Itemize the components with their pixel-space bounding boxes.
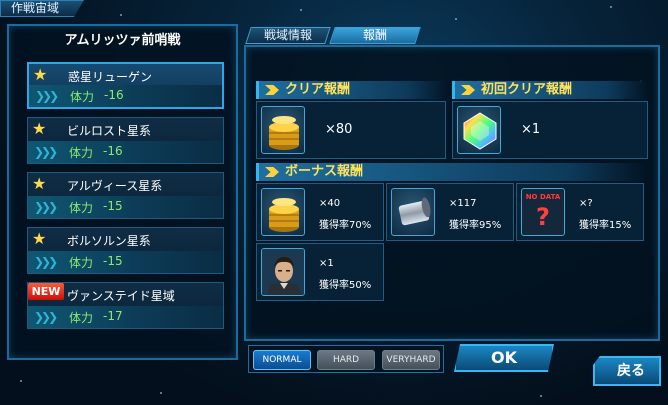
gold-coins-icon[interactable] (261, 106, 305, 154)
stage-name: ビルロスト星系 (67, 124, 152, 138)
stamina-label: 体力 (69, 201, 94, 215)
chevron-arrows-icon: ❯❯❯ (34, 145, 58, 159)
stage-name: 惑星リューゲン (68, 70, 153, 84)
tab-battle-info[interactable]: 戦域情報 (245, 27, 331, 44)
stage-list: ★ 惑星リューゲン ❯❯❯ 体力 -16 ★ ビルロスト星系 ❯❯❯ 体力 -1… (27, 62, 224, 337)
gold-coins-icon[interactable] (261, 188, 305, 236)
stage-item[interactable]: ★ ボルソルン星系 ❯❯❯ 体力 -15 (27, 227, 224, 274)
stage-name: アルヴィース星系 (67, 179, 163, 193)
stage-list-panel: アムリッツァ前哨戦 ★ 惑星リューゲン ❯❯❯ 体力 -16 ★ ビルロスト星系… (7, 24, 238, 360)
stamina-label: 体力 (69, 311, 94, 325)
bonus-reward-item: ×117 獲得率95% (386, 183, 514, 241)
stage-item[interactable]: NEW ヴァンステイド星域 ❯❯❯ 体力 -17 (27, 282, 224, 329)
difficulty-selector: NORMAL HARD VERYHARD (248, 345, 444, 373)
first-clear-reward-qty: ×1 (521, 122, 541, 137)
difficulty-normal-button[interactable]: NORMAL (253, 350, 311, 370)
bonus-reward-header: ボーナス報酬 (256, 163, 648, 181)
stage-item[interactable]: ★ 惑星リューゲン ❯❯❯ 体力 -16 (27, 62, 224, 109)
stage-item[interactable]: ★ ビルロスト星系 ❯❯❯ 体力 -16 (27, 117, 224, 164)
ok-button[interactable]: OK (454, 344, 554, 372)
drop-rate: 獲得率70% (319, 220, 372, 231)
stamina-label: 体力 (70, 90, 95, 104)
stamina-value: -16 (104, 88, 124, 102)
stamina-label: 体力 (69, 256, 94, 270)
bonus-reward-item: NO DATA ? ×? 獲得率15% (516, 183, 644, 241)
stamina-label: 体力 (69, 146, 94, 160)
tab-label: 戦域情報 (263, 28, 312, 42)
back-button[interactable]: 戻る (593, 356, 661, 386)
no-data-icon[interactable]: NO DATA ? (521, 188, 565, 236)
bonus-qty: ×40 (319, 198, 341, 209)
drop-rate: 獲得率15% (579, 220, 632, 231)
clear-reward-qty: ×80 (325, 122, 353, 137)
difficulty-veryhard-button[interactable]: VERYHARD (382, 350, 440, 370)
bonus-reward-item: ×40 獲得率70% (256, 183, 384, 241)
stage-name: ヴァンステイド星域 (67, 289, 175, 303)
clear-reward-header: クリア報酬 (256, 81, 446, 99)
metal-cylinder-icon[interactable] (391, 188, 435, 236)
stage-item[interactable]: ★ アルヴィース星系 ❯❯❯ 体力 -15 (27, 172, 224, 219)
operation-title: アムリッツァ前哨戦 (64, 33, 181, 48)
officer-portrait-icon[interactable] (261, 248, 305, 296)
stamina-value: -15 (103, 199, 123, 213)
reward-panel: クリア報酬 ×80 初回クリア報酬 ×1 ボーナス報酬 ×40 獲得率70% ×… (244, 45, 660, 341)
screen-title: 作戦宙域 (0, 0, 84, 17)
star-icon: ★ (32, 229, 47, 248)
first-clear-reward-header: 初回クリア報酬 (452, 81, 648, 99)
chevron-arrows-icon: ❯❯❯ (35, 89, 59, 103)
stamina-value: -17 (103, 309, 123, 323)
chevron-arrows-icon: ❯❯❯ (34, 310, 58, 324)
clear-reward-box: ×80 (256, 101, 446, 159)
star-icon: ★ (32, 119, 47, 138)
new-badge: NEW (28, 283, 64, 300)
rainbow-crystal-icon[interactable] (457, 106, 501, 154)
chevron-arrows-icon: ❯❯❯ (34, 255, 58, 269)
bonus-qty: ×1 (319, 258, 334, 269)
star-icon: ★ (33, 65, 48, 84)
no-data-label: NO DATA (525, 193, 561, 201)
drop-rate: 獲得率50% (319, 280, 372, 291)
stamina-value: -16 (103, 144, 123, 158)
stage-name: ボルソルン星系 (67, 234, 151, 248)
bonus-qty: ×? (579, 198, 593, 209)
tab-reward[interactable]: 報酬 (329, 27, 421, 44)
drop-rate: 獲得率95% (449, 220, 502, 231)
bonus-reward-item: ×1 獲得率50% (256, 243, 384, 301)
difficulty-hard-button[interactable]: HARD (317, 350, 375, 370)
star-icon: ★ (32, 174, 47, 193)
first-clear-reward-box: ×1 (452, 101, 648, 159)
chevron-arrows-icon: ❯❯❯ (34, 200, 58, 214)
question-mark-icon: ? (536, 203, 550, 231)
bonus-qty: ×117 (449, 198, 477, 209)
tab-label: 報酬 (362, 28, 387, 42)
stamina-value: -15 (103, 254, 123, 268)
